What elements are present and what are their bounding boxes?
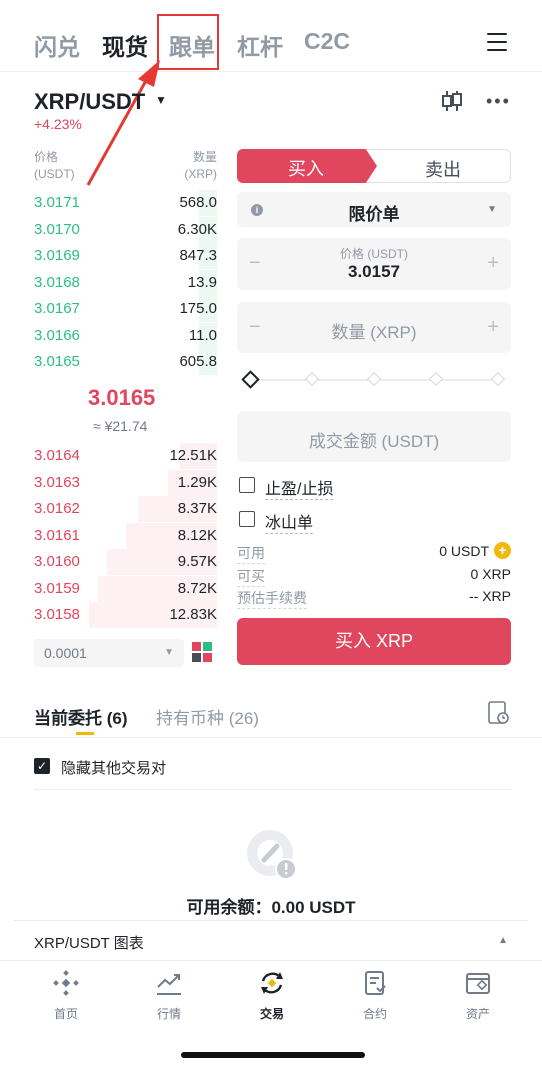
orderbook-price: 3.0165 xyxy=(34,353,80,370)
orderbook-price: 3.0162 xyxy=(34,500,80,517)
pair-change: +4.23% xyxy=(34,116,82,132)
orderbook-price: 3.0167 xyxy=(34,300,80,317)
candlestick-chart-icon[interactable] xyxy=(440,90,464,112)
nav-trade[interactable]: 交易 xyxy=(237,969,307,1022)
orderbook-quantity: 9.57K xyxy=(177,553,217,570)
orderbook-quantity: 8.72K xyxy=(177,579,217,597)
orderbook-price: 3.0163 xyxy=(34,473,80,491)
empty-state-icon xyxy=(247,830,297,880)
bid-row[interactable]: 3.0162 8.37K xyxy=(34,496,217,522)
orderbook-layout-icon[interactable] xyxy=(192,642,214,664)
nav-wallet[interactable]: 资产 xyxy=(443,969,513,1022)
bid-row[interactable]: 3.0160 9.57K xyxy=(34,549,217,575)
ask-row[interactable]: 3.0170 6.30K xyxy=(34,216,217,243)
pair-dropdown-icon[interactable]: ▼ xyxy=(155,93,167,107)
ask-row[interactable]: 3.0167 175.0 xyxy=(34,296,217,322)
nav-markets[interactable]: 行情 xyxy=(134,969,204,1022)
orderbook-price: 3.0161 xyxy=(34,526,80,544)
order-history-icon[interactable] xyxy=(488,701,510,725)
more-icon[interactable]: ••• xyxy=(486,92,511,110)
orderbook-quantity: 12.83K xyxy=(169,606,217,623)
pair-title[interactable]: XRP/USDT xyxy=(34,89,145,115)
orders-tab-bar: 当前委托 (6) 持有币种 (26) xyxy=(0,690,542,738)
add-funds-icon[interactable]: + xyxy=(494,542,511,559)
nav-home[interactable]: 首页 xyxy=(31,969,101,1022)
divider xyxy=(34,789,512,790)
orderbook-quantity: 6.30K xyxy=(177,220,217,238)
slider-step-100[interactable] xyxy=(490,371,506,387)
tab-holdings[interactable]: 持有币种 (26) xyxy=(156,704,259,729)
chevron-down-icon: ▼ xyxy=(487,204,497,215)
price-increase-icon[interactable]: + xyxy=(487,252,499,275)
orderbook-quantity: 8.37K xyxy=(177,500,217,517)
orderbook-price: 3.0169 xyxy=(34,247,80,264)
chevron-down-icon: ▼ xyxy=(164,647,174,658)
markets-icon xyxy=(157,974,181,995)
tab-margin[interactable]: 杠杆 xyxy=(237,28,283,62)
buy-tab[interactable]: 买入 xyxy=(237,149,377,183)
orderbook-price: 3.0171 xyxy=(34,194,80,211)
slider-step-25[interactable] xyxy=(304,371,320,387)
order-type-select[interactable]: i 限价单 ▼ xyxy=(237,192,511,227)
slider-step-75[interactable] xyxy=(428,371,444,387)
orderbook-price: 3.0166 xyxy=(34,326,80,344)
wallet-icon xyxy=(466,973,490,994)
orderbook-quantity: 1.29K xyxy=(177,473,217,491)
slider-step-50[interactable] xyxy=(366,371,382,387)
active-tab-indicator xyxy=(76,732,94,735)
orderbook-qty-header: 数量 (XRP) xyxy=(184,150,217,181)
orderbook-quantity: 175.0 xyxy=(179,300,217,317)
orderbook-quantity: 605.8 xyxy=(179,353,217,370)
orderbook-quantity: 847.3 xyxy=(179,247,217,264)
bid-row[interactable]: 3.0158 12.83K xyxy=(34,602,217,628)
total-amount-input[interactable]: 成交金额 (USDT) xyxy=(237,411,511,462)
orderbook-price: 3.0159 xyxy=(34,579,80,597)
chevron-up-icon: ▲ xyxy=(498,935,508,946)
ask-row[interactable]: 3.0169 847.3 xyxy=(34,243,217,269)
orderbook-quantity: 8.12K xyxy=(177,526,217,544)
bid-row[interactable]: 3.0161 8.12K xyxy=(34,522,217,549)
tab-open-orders[interactable]: 当前委托 (6) xyxy=(34,704,128,729)
orderbook-price-header: 价格 (USDT) xyxy=(34,150,75,181)
bid-row[interactable]: 3.0164 12.51K xyxy=(34,443,217,469)
home-indicator xyxy=(181,1052,365,1058)
orderbook-price: 3.0170 xyxy=(34,220,80,238)
price-input[interactable]: − 价格 (USDT) 3.0157 + xyxy=(237,238,511,290)
orderbook-price: 3.0164 xyxy=(34,447,80,464)
orderbook-quantity: 568.0 xyxy=(179,194,217,211)
orderbook-price: 3.0158 xyxy=(34,606,80,623)
tab-convert[interactable]: 闪兑 xyxy=(34,28,80,62)
checkbox-checked-icon[interactable]: ✓ xyxy=(34,758,50,774)
pair-chart-toggle[interactable]: XRP/USDT 图表 ▲ xyxy=(14,920,528,960)
nav-futures[interactable]: 合约 xyxy=(340,969,410,1022)
orderbook-price: 3.0160 xyxy=(34,553,80,570)
ask-row[interactable]: 3.0166 11.0 xyxy=(34,322,217,349)
bid-row[interactable]: 3.0163 1.29K xyxy=(34,469,217,496)
futures-icon xyxy=(365,971,386,995)
orderbook-quantity: 12.51K xyxy=(169,447,217,464)
trade-icon xyxy=(261,972,283,994)
bid-row[interactable]: 3.0159 8.72K xyxy=(34,575,217,602)
slider-handle[interactable] xyxy=(241,370,260,389)
price-value[interactable]: 3.0157 xyxy=(237,262,511,282)
ask-row[interactable]: 3.0168 13.9 xyxy=(34,269,217,296)
menu-icon[interactable] xyxy=(487,33,507,51)
last-price: 3.0165 xyxy=(88,385,156,410)
available-balance-text: 可用余额：0.00 USDT xyxy=(186,898,356,917)
orderbook-quantity: 11.0 xyxy=(188,326,217,344)
last-price-fiat: ≈ ¥21.74 xyxy=(93,418,148,434)
tab-c2c[interactable]: C2C xyxy=(304,28,350,55)
orderbook-quantity: 13.9 xyxy=(187,273,217,291)
orderbook-price: 3.0168 xyxy=(34,273,80,291)
ask-row[interactable]: 3.0171 568.0 xyxy=(34,190,217,216)
buy-submit-button[interactable]: 买入 XRP xyxy=(237,618,511,665)
annotation-arrow-icon xyxy=(86,60,160,186)
precision-select[interactable]: 0.0001 ▼ xyxy=(34,639,184,667)
ask-row[interactable]: 3.0165 605.8 xyxy=(34,349,217,375)
quantity-increase-icon[interactable]: + xyxy=(487,316,499,339)
home-icon xyxy=(53,970,79,996)
quantity-input[interactable]: − 数量 (XRP) + xyxy=(237,302,511,353)
